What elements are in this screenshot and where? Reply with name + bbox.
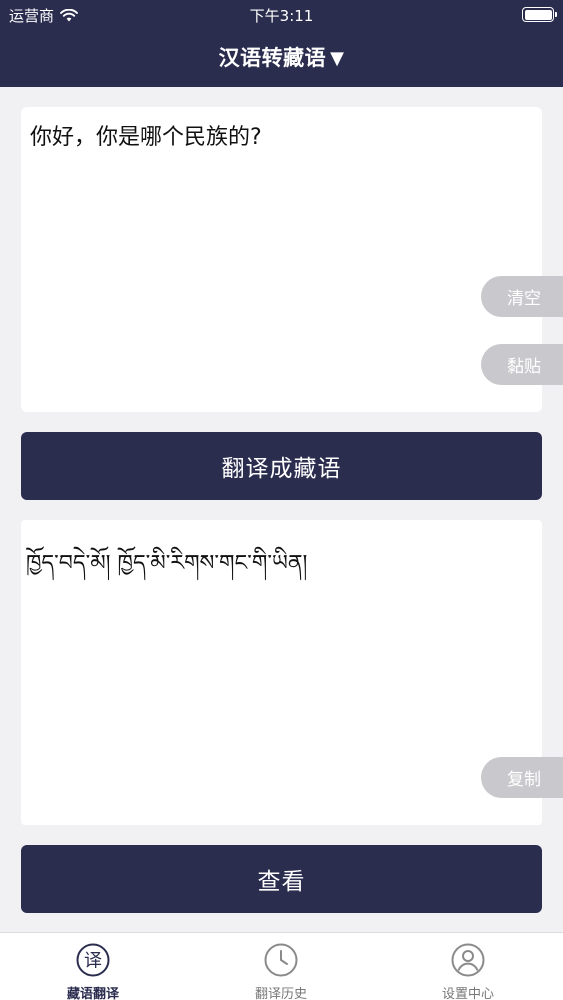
source-text-area[interactable]: 你好，你是哪个民族的? — [21, 107, 542, 412]
translate-icon: 译 — [76, 943, 110, 977]
source-text: 你好，你是哪个民族的? — [30, 125, 262, 150]
battery-icon — [522, 7, 557, 22]
battery-fill — [524, 9, 552, 20]
tab-translate-history[interactable]: 翻译历史 — [221, 933, 341, 1000]
translate-button[interactable]: 翻译成藏语 — [21, 432, 542, 500]
result-text-area[interactable]: ཁྱོད་བདེ་མོ། ཁྱོད་མི་རིགས་གང་གི་ཡིན། — [21, 520, 542, 825]
caret-down-icon: ▼ — [330, 48, 345, 69]
svg-text:译: 译 — [84, 951, 102, 972]
tab-label: 藏语翻译 — [66, 987, 119, 1000]
paste-button[interactable]: 黏贴 — [481, 344, 563, 385]
result-text: ཁྱོད་བདེ་མོ། ཁྱོད་མི་རིགས་གང་གི་ཡིན། — [26, 551, 308, 576]
copy-button[interactable]: 复制 — [481, 757, 563, 798]
status-bar: 运营商 下午3:11 — [0, 0, 563, 30]
status-time: 下午3:11 — [249, 7, 314, 25]
user-icon — [451, 943, 485, 977]
tab-label: 设置中心 — [441, 987, 494, 1000]
language-direction-selector[interactable]: 汉语转藏语 ▼ — [0, 42, 563, 72]
tab-tibetan-translate[interactable]: 译 藏语翻译 — [33, 933, 153, 1000]
clear-button[interactable]: 清空 — [481, 276, 563, 317]
view-button[interactable]: 查看 — [21, 845, 542, 913]
tab-settings-center[interactable]: 设置中心 — [408, 933, 528, 1000]
app-header: 运营商 下午3:11 汉语转藏语 ▼ — [0, 0, 563, 87]
tab-label: 翻译历史 — [254, 987, 307, 1000]
tab-bar: 译 藏语翻译 翻译历史 设置中心 — [0, 932, 563, 1000]
page-title: 汉语转藏语 — [218, 46, 327, 70]
clock-icon — [264, 943, 298, 977]
